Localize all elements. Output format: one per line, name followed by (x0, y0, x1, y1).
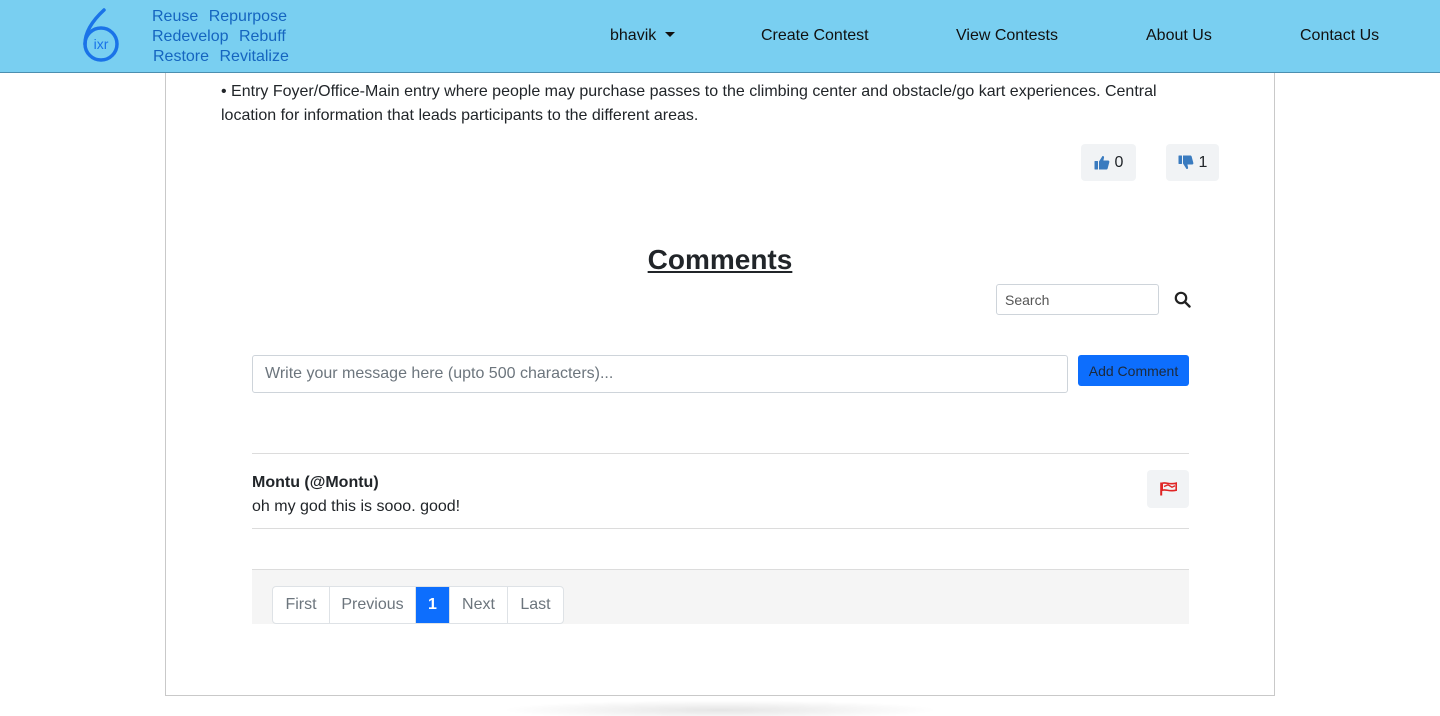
caret-down-icon (665, 32, 676, 37)
nav-view-contests[interactable]: View Contests (956, 26, 1058, 46)
pagination: First Previous 1 Next Last (272, 586, 564, 624)
tagline-word: Rebuff (238, 28, 286, 45)
page-previous[interactable]: Previous (330, 587, 416, 623)
flag-icon (1159, 482, 1177, 496)
bottom-shadow (500, 700, 940, 716)
comments-heading: Comments (647, 244, 793, 275)
report-comment-button[interactable] (1147, 470, 1189, 508)
user-menu-dropdown[interactable]: bhavik (610, 26, 676, 46)
tagline-word: Revitalize (219, 48, 289, 65)
search-icon[interactable] (1174, 291, 1191, 308)
tagline-word: Redevelop (152, 28, 229, 45)
nav-contact-us[interactable]: Contact Us (1300, 26, 1379, 46)
thumbs-down-icon (1178, 155, 1193, 170)
page-first[interactable]: First (273, 587, 330, 623)
divider (252, 453, 1189, 454)
page-current[interactable]: 1 (416, 587, 450, 623)
dislike-button[interactable]: 1 (1166, 144, 1219, 181)
comment-author: Montu (@Montu) (252, 474, 379, 491)
tagline-word: Reuse (152, 8, 199, 25)
comment-text: oh my god this is sooo. good! (252, 498, 461, 515)
nav-create-contest[interactable]: Create Contest (761, 26, 869, 46)
tagline-word: Restore (153, 48, 210, 65)
tagline-word: Repurpose (208, 8, 287, 25)
entry-description: • Entry Foyer/Office-Main entry where pe… (221, 83, 1157, 124)
thumbs-up-icon (1094, 155, 1109, 170)
tagline: Reuse Repurpose Redevelop Rebuff Restore… (152, 7, 289, 67)
navbar: ixr Reuse Repurpose Redevelop Rebuff Res… (0, 0, 1440, 73)
add-comment-button[interactable]: Add Comment (1078, 355, 1189, 386)
nav-about-us[interactable]: About Us (1146, 26, 1212, 46)
comment-message-input[interactable] (252, 355, 1068, 393)
user-menu-label: bhavik (610, 27, 657, 44)
page-last[interactable]: Last (508, 587, 563, 623)
dislike-count: 1 (1198, 153, 1208, 171)
divider (252, 528, 1189, 529)
comment-search-input[interactable] (996, 284, 1159, 315)
like-count: 0 (1114, 153, 1124, 171)
ixr-logo[interactable]: ixr (80, 7, 122, 63)
like-button[interactable]: 0 (1081, 144, 1136, 181)
logo-text: ixr (94, 36, 109, 52)
page-next[interactable]: Next (450, 587, 508, 623)
